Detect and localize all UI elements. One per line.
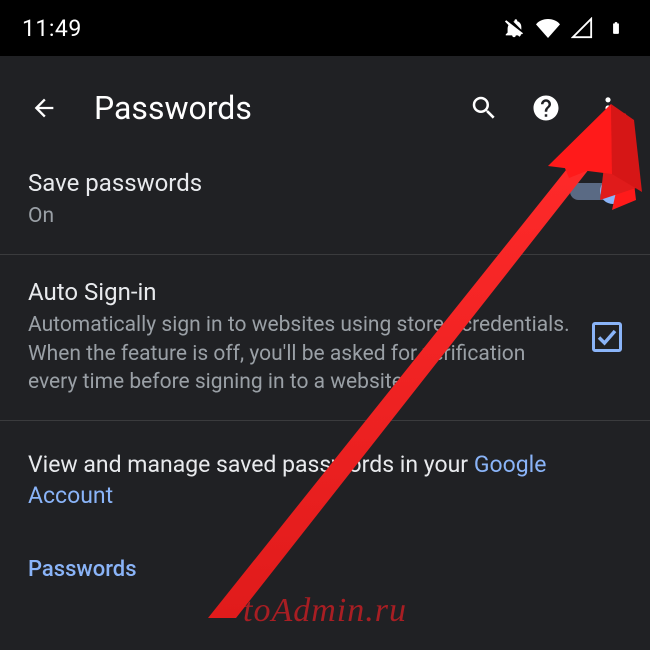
search-icon bbox=[469, 93, 499, 123]
help-button[interactable] bbox=[526, 88, 566, 128]
help-icon bbox=[531, 93, 561, 123]
page-title: Passwords bbox=[94, 89, 442, 127]
manage-passwords-text: View and manage saved passwords in your … bbox=[28, 451, 546, 509]
passwords-section-header: Passwords bbox=[0, 537, 650, 592]
more-vert-icon bbox=[594, 94, 622, 122]
battery-icon bbox=[604, 16, 628, 40]
auto-signin-desc: Automatically sign in to websites using … bbox=[28, 311, 576, 396]
save-passwords-label: Save passwords bbox=[28, 168, 554, 198]
check-icon bbox=[595, 325, 619, 349]
overflow-menu-button[interactable] bbox=[588, 88, 628, 128]
wifi-icon bbox=[536, 16, 560, 40]
back-button[interactable] bbox=[30, 94, 58, 122]
clock: 11:49 bbox=[22, 15, 82, 42]
app-bar: Passwords bbox=[0, 70, 650, 146]
auto-signin-row[interactable]: Auto Sign-in Automatically sign in to we… bbox=[0, 255, 650, 421]
page-content: Passwords Save passwords On Auto Sign-in… bbox=[0, 56, 650, 650]
auto-signin-label: Auto Sign-in bbox=[28, 277, 576, 307]
search-button[interactable] bbox=[464, 88, 504, 128]
status-bar: 11:49 bbox=[0, 0, 650, 56]
manage-passwords-row[interactable]: View and manage saved passwords in your … bbox=[0, 421, 650, 537]
save-passwords-row[interactable]: Save passwords On bbox=[0, 146, 650, 255]
notifications-off-icon bbox=[502, 16, 526, 40]
cellular-icon bbox=[570, 16, 594, 40]
save-passwords-toggle[interactable] bbox=[570, 175, 622, 205]
status-right bbox=[502, 16, 628, 40]
save-passwords-status: On bbox=[28, 202, 554, 230]
auto-signin-checkbox[interactable] bbox=[592, 322, 622, 352]
manage-prefix: View and manage saved passwords in your bbox=[28, 451, 474, 478]
